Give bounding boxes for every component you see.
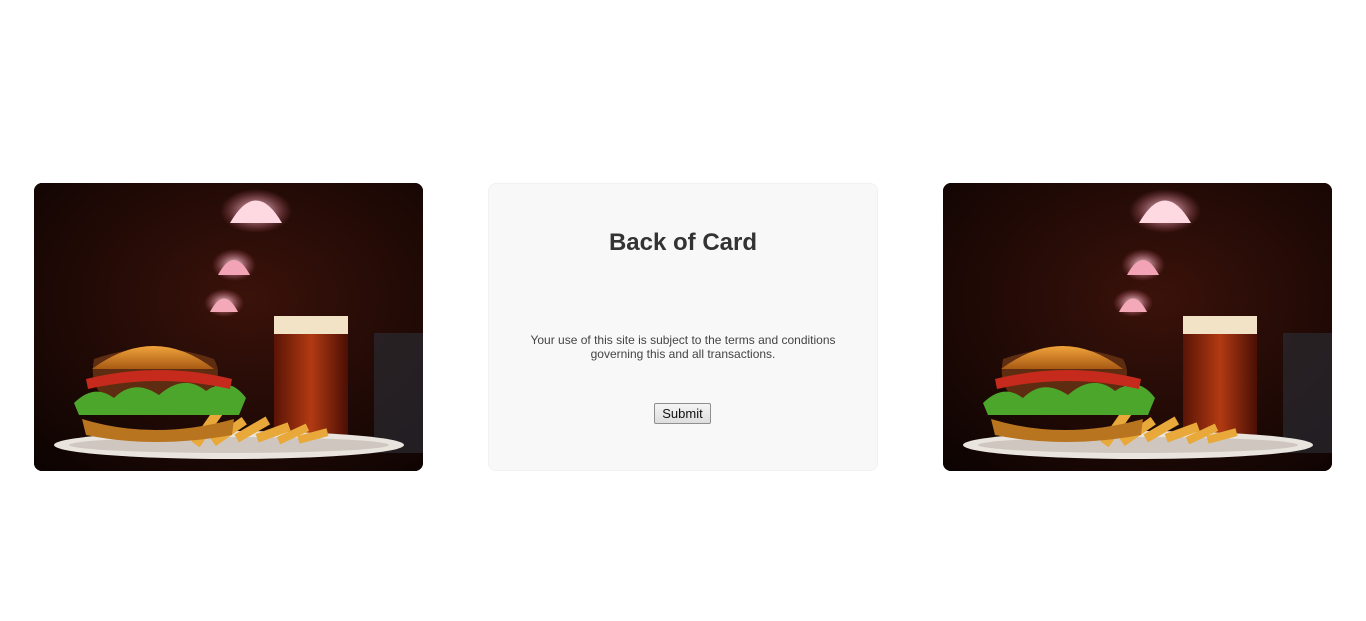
terms-text: Your use of this site is subject to the … (530, 333, 836, 361)
card-front-right (943, 183, 1332, 471)
page: Back of Card Your use of this site is su… (0, 0, 1366, 621)
submit-button[interactable]: Submit (654, 403, 711, 424)
card-back: Back of Card Your use of this site is su… (488, 183, 878, 471)
card-front-left (34, 183, 423, 471)
burger-photo-icon (943, 183, 1332, 471)
burger-photo-icon (34, 183, 423, 471)
card-back-title: Back of Card (608, 229, 758, 256)
